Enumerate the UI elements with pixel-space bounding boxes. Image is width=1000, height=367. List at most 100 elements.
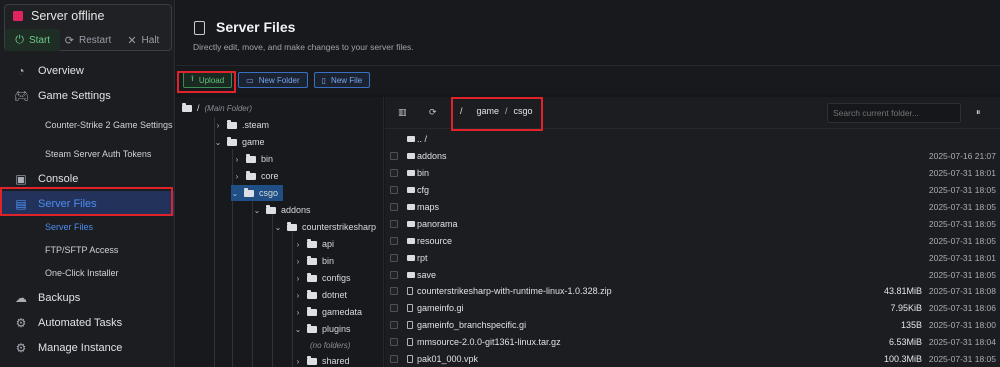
row-checkbox[interactable]: [390, 355, 398, 364]
tree-node-csgo[interactable]: ⌄ csgo: [231, 185, 284, 201]
row-checkbox[interactable]: [390, 169, 398, 178]
folder-icon: [246, 153, 256, 163]
sidebar-subitem-ftp-access[interactable]: FTP/SFTP Access: [0, 239, 174, 262]
list-item-parent[interactable]: .. /: [385, 131, 1000, 148]
breadcrumb-separator: /: [505, 106, 508, 116]
list-item[interactable]: bin 2025-07-31 18:01: [385, 165, 1000, 182]
row-checkbox[interactable]: [390, 186, 398, 195]
search-input[interactable]: [827, 103, 961, 123]
refresh-icon[interactable]: ⟳: [429, 107, 437, 118]
pause-icon[interactable]: ⏸: [976, 107, 981, 118]
row-checkbox[interactable]: [390, 236, 398, 245]
new-folder-icon: ▭: [246, 75, 254, 85]
file-name: mmsource-2.0.0-git1361-linux.tar.gz: [417, 337, 561, 348]
file-date: 2025-07-31 18:05: [928, 218, 996, 229]
new-folder-button[interactable]: ▭ New Folder: [238, 72, 308, 88]
sidebar-item-backups[interactable]: ☁ Backups: [0, 285, 174, 310]
tree-node-api[interactable]: › api: [294, 236, 334, 252]
toggle-tree-icon[interactable]: ▥: [398, 107, 407, 118]
tree-node-counterstrikesharp[interactable]: ⌄ counterstrikesharp: [274, 219, 376, 235]
list-item[interactable]: maps 2025-07-31 18:05: [385, 199, 1000, 216]
page-header: Server Files Directly edit, move, and ma…: [176, 0, 1000, 66]
restart-button[interactable]: ⟳ Restart: [60, 29, 115, 51]
tree-node-bin[interactable]: › bin: [294, 253, 334, 269]
close-icon: ✕: [127, 34, 137, 47]
sidebar-subitem-cs2-game-settings[interactable]: Counter-Strike 2 Game Settings: [0, 108, 174, 143]
list-item[interactable]: addons 2025-07-16 21:07: [385, 148, 1000, 165]
power-icon: ⏻: [15, 33, 24, 46]
list-item[interactable]: save 2025-07-31 18:05: [385, 266, 1000, 283]
folder-tree: / (Main Folder) › .steam ⌄ game › bin › …: [176, 97, 384, 367]
chevron-right-icon: ›: [296, 307, 300, 317]
page-subtitle: Directly edit, move, and make changes to…: [193, 42, 414, 52]
gamepad-icon: 🎮︎: [14, 88, 30, 103]
sidebar-item-server-files[interactable]: ▤ Server Files: [0, 191, 174, 216]
sidebar-item-manage-instance[interactable]: ⚙ Manage Instance: [0, 335, 174, 360]
file-date: 2025-07-31 18:05: [928, 354, 996, 365]
row-checkbox[interactable]: [390, 203, 398, 211]
tree-node-label: configs: [322, 273, 351, 283]
tree-node-root[interactable]: / (Main Folder): [182, 100, 252, 116]
sidebar-item-label: Game Settings: [38, 89, 111, 102]
tree-node-core[interactable]: › core: [233, 168, 279, 184]
row-checkbox[interactable]: [390, 338, 398, 347]
sidebar-item-overview[interactable]: ◔ Overview: [0, 58, 174, 83]
folder-icon: [307, 355, 317, 365]
server-actions: ⏻ Start ⟳ Restart ✕ Halt: [5, 29, 171, 51]
list-item[interactable]: counterstrikesharp-with-runtime-linux-1.…: [385, 283, 1000, 300]
sidebar-subitem-steam-auth-tokens[interactable]: Steam Server Auth Tokens: [0, 143, 174, 166]
file-size: 6.53MiB: [888, 337, 922, 348]
folder-icon: [266, 204, 276, 214]
upload-button[interactable]: ⭱ Upload: [183, 72, 233, 88]
list-item[interactable]: mmsource-2.0.0-git1361-linux.tar.gz 6.53…: [385, 334, 1000, 351]
tree-node-gamedata[interactable]: › gamedata: [294, 304, 362, 320]
list-item[interactable]: gameinfo.gi 7.95KiB 2025-07-31 18:06: [385, 300, 1000, 317]
sidebar-item-console[interactable]: ▣ Console: [0, 166, 174, 191]
file-date: 2025-07-31 18:08: [928, 286, 996, 297]
status-indicator-icon: [13, 11, 23, 21]
file-icon: [407, 338, 413, 347]
row-checkbox[interactable]: [390, 287, 398, 296]
file-name: bin: [417, 168, 430, 179]
list-item[interactable]: cfg 2025-07-31 18:05: [385, 182, 1000, 199]
list-item[interactable]: panorama 2025-07-31 18:05: [385, 215, 1000, 232]
tree-node-label: dotnet: [322, 290, 348, 300]
tree-node-shared[interactable]: › shared: [294, 353, 350, 367]
tree-node-label: counterstrikesharp: [302, 222, 377, 232]
new-file-button[interactable]: ▯ New File: [313, 72, 371, 88]
row-checkbox[interactable]: [390, 219, 398, 228]
list-item[interactable]: rpt 2025-07-31 18:01: [385, 249, 1000, 266]
row-checkbox[interactable]: [390, 152, 398, 161]
sidebar-item-game-settings[interactable]: 🎮︎ Game Settings: [0, 83, 174, 108]
breadcrumb-csgo[interactable]: csgo: [514, 106, 533, 116]
tree-node-addons[interactable]: ⌄ addons: [253, 202, 311, 218]
halt-button[interactable]: ✕ Halt: [116, 29, 171, 51]
start-button[interactable]: ⏻ Start: [5, 29, 61, 51]
tree-node-configs[interactable]: › configs: [294, 270, 351, 286]
tree-node-plugins[interactable]: ⌄ plugins: [294, 321, 351, 337]
list-item[interactable]: gameinfo_branchspecific.gi 135B 2025-07-…: [385, 317, 1000, 334]
file-name: .. /: [417, 134, 428, 145]
file-icon: [407, 355, 413, 364]
list-item[interactable]: resource 2025-07-31 18:05: [385, 232, 1000, 249]
tree-node-dotnet[interactable]: › dotnet: [294, 287, 347, 303]
breadcrumb-game[interactable]: game: [477, 106, 500, 116]
row-checkbox[interactable]: [390, 321, 398, 330]
file-icon: [407, 321, 413, 330]
chevron-down-icon: ⌄: [214, 137, 222, 147]
tree-node-game[interactable]: ⌄ game: [214, 134, 265, 150]
row-checkbox[interactable]: [390, 253, 398, 262]
sidebar-item-automated-tasks[interactable]: ⚙ Automated Tasks: [0, 310, 174, 335]
breadcrumb-root[interactable]: /: [460, 106, 463, 116]
tree-node-steam[interactable]: › .steam: [214, 117, 269, 133]
new-file-label: New File: [331, 75, 363, 85]
list-item[interactable]: pak01_000.vpk 100.3MiB 2025-07-31 18:05: [385, 351, 1000, 367]
file-date: 2025-07-16 21:07: [928, 151, 996, 162]
row-checkbox[interactable]: [390, 304, 398, 313]
sidebar-subitem-server-files[interactable]: Server Files: [0, 216, 174, 239]
tree-node-bin[interactable]: › bin: [233, 151, 273, 167]
row-checkbox[interactable]: [390, 270, 398, 279]
file-size: 43.81MiB: [883, 286, 922, 297]
file-icon: [407, 304, 413, 313]
sidebar-subitem-one-click-installer[interactable]: One-Click Installer: [0, 262, 174, 285]
